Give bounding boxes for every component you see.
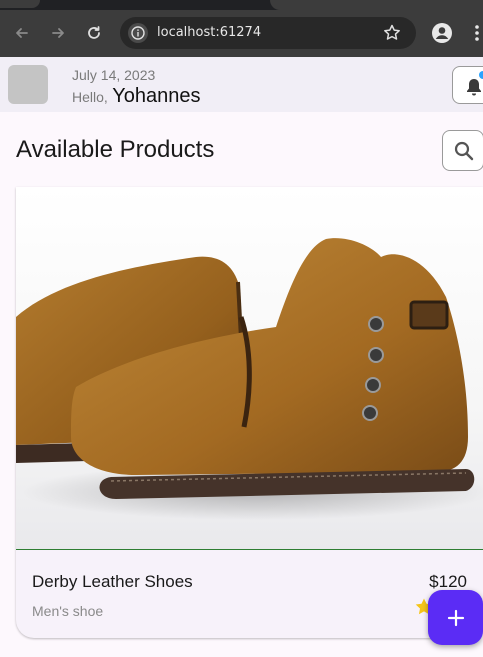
- forward-button[interactable]: [47, 22, 69, 44]
- product-image[interactable]: [16, 187, 483, 550]
- app-header: July 14, 2023 Hello, Yohannes: [0, 57, 483, 112]
- search-button[interactable]: [442, 130, 483, 171]
- boots-illustration: [16, 238, 483, 520]
- browser-tab-area: [270, 0, 483, 10]
- search-icon: [454, 141, 474, 161]
- main-content: Available Products Derby Leather Shoes $…: [0, 112, 483, 657]
- notifications-button[interactable]: [452, 66, 483, 104]
- arrow-left-icon: [16, 28, 28, 38]
- browser-tab[interactable]: [0, 0, 40, 8]
- product-category: Men's shoe: [32, 603, 104, 619]
- user-name: Yohannes: [112, 85, 201, 107]
- avatar[interactable]: [8, 65, 48, 104]
- bell-icon: [467, 79, 481, 96]
- greeting-label: Hello,: [72, 89, 108, 105]
- url-text[interactable]: localhost:61274: [157, 25, 261, 40]
- reload-icon: [88, 26, 100, 39]
- plus-icon: [447, 609, 464, 626]
- back-button[interactable]: [11, 22, 33, 44]
- reload-button[interactable]: [83, 22, 105, 44]
- page-title: Available Products: [16, 136, 215, 163]
- bookmark-star-icon[interactable]: [382, 23, 402, 43]
- date-text: July 14, 2023: [72, 67, 156, 83]
- greeting: Hello, Yohannes: [72, 85, 201, 108]
- account-icon[interactable]: [431, 22, 453, 44]
- arrow-right-icon: [52, 28, 64, 38]
- product-card[interactable]: Derby Leather Shoes $120 Men's shoe: [16, 187, 483, 638]
- info-icon[interactable]: [128, 23, 148, 43]
- notification-badge: [479, 71, 483, 79]
- add-product-button[interactable]: [428, 590, 483, 645]
- product-price: $120: [429, 572, 467, 591]
- browser-chrome: localhost:61274: [0, 0, 483, 57]
- kebab-menu-icon[interactable]: [470, 22, 483, 44]
- product-name: Derby Leather Shoes: [32, 572, 193, 591]
- address-bar[interactable]: localhost:61274: [120, 17, 416, 49]
